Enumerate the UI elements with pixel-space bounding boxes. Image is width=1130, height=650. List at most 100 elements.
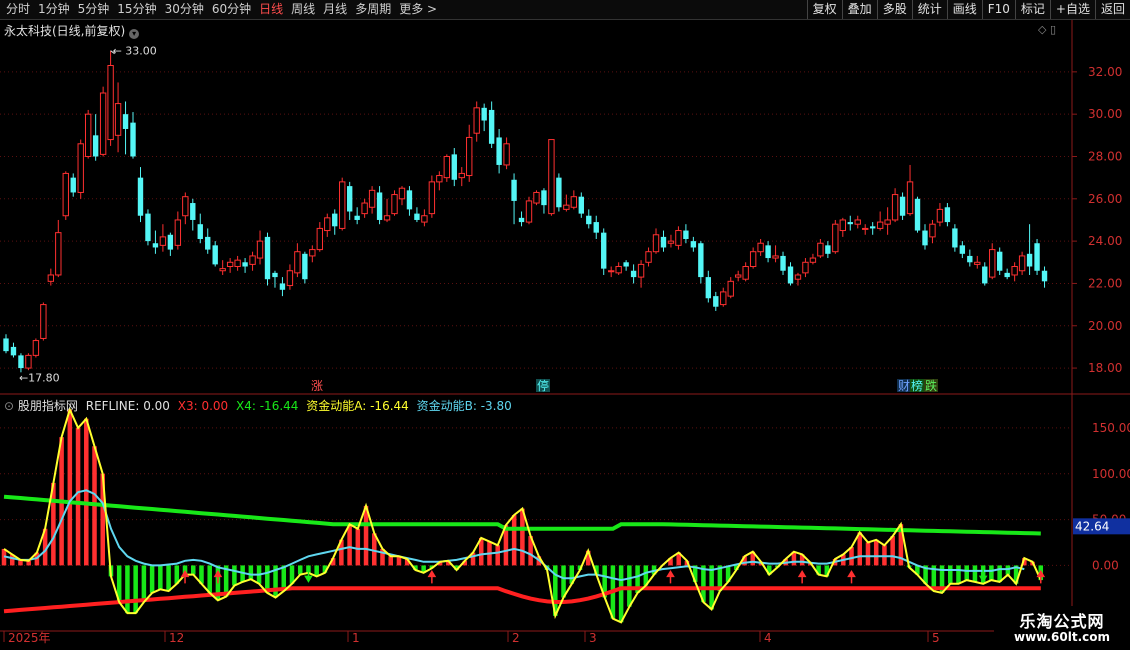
- price-tick-label: 20.00: [1088, 319, 1122, 333]
- candle-body: [974, 261, 981, 265]
- candle-body: [847, 222, 853, 225]
- candle-body: [443, 155, 451, 179]
- collapse-icon[interactable]: ⊙: [4, 399, 14, 413]
- candle-body: [794, 274, 802, 280]
- candle-body: [690, 241, 697, 248]
- buy-arrow: [427, 569, 437, 584]
- candle-body: [354, 215, 360, 220]
- candle-body: [249, 255, 256, 265]
- refline-value: REFLINE: 0.00: [85, 399, 170, 413]
- candle-body: [256, 240, 264, 259]
- candle-body: [159, 236, 167, 246]
- candle-body: [205, 236, 211, 250]
- candle-body: [698, 243, 704, 278]
- marker-zhang: 涨: [311, 378, 323, 393]
- buy-arrow: [847, 569, 856, 584]
- candle-body: [451, 154, 457, 180]
- candle-body: [876, 221, 884, 229]
- candle-body: [607, 270, 615, 273]
- candle-body: [496, 137, 502, 165]
- x4-value: X4: -16.44: [236, 399, 299, 413]
- date-label: 12: [169, 631, 184, 645]
- candle-body: [302, 253, 308, 280]
- candle-body: [742, 266, 749, 280]
- indicator-title: ⊙ 股朋指标网 REFLINE: 0.00 X3: 0.00 X4: -16.4…: [4, 397, 516, 414]
- candle-body: [84, 113, 92, 157]
- candle-body: [899, 196, 906, 216]
- marker-ting: 停: [537, 378, 549, 393]
- candle-body: [234, 259, 241, 268]
- candle-body: [511, 179, 517, 201]
- fund-a-value: 资金动能A: -16.44: [306, 399, 409, 413]
- candle-body: [541, 190, 547, 206]
- candle-body: [279, 283, 286, 290]
- candle-body: [219, 268, 226, 272]
- candle-body: [787, 266, 794, 284]
- candle-body: [713, 296, 719, 307]
- candle-body: [914, 198, 921, 231]
- candle-body: [652, 234, 660, 253]
- candle-body: [720, 291, 727, 306]
- candle-body: [809, 257, 817, 263]
- chart-canvas[interactable]: 32.0030.0028.0026.0024.0022.0020.0018.00…: [0, 0, 1130, 650]
- candle-body: [264, 236, 271, 280]
- candle-body: [25, 354, 32, 369]
- candle-body: [145, 213, 151, 242]
- candle-body: [40, 304, 47, 339]
- ind-tick-label: 150.00: [1092, 421, 1130, 435]
- candle-body: [174, 219, 182, 246]
- low-price-label: ←17.80: [19, 371, 60, 384]
- candle-body: [556, 177, 562, 208]
- candle-body: [675, 230, 682, 246]
- candle-body: [727, 280, 734, 297]
- candle-body: [825, 245, 831, 254]
- candle-body: [967, 255, 973, 263]
- date-label: 5: [932, 631, 940, 645]
- candle-body: [122, 114, 129, 129]
- candle-body: [749, 251, 757, 268]
- candle-body: [70, 177, 76, 193]
- candle-body: [137, 177, 144, 216]
- candle-body: [436, 175, 443, 183]
- candle-body: [272, 272, 278, 278]
- candle-body: [368, 189, 376, 208]
- candle-body: [77, 143, 84, 193]
- current-value-label: 42.64: [1075, 519, 1109, 533]
- candle-body: [167, 234, 174, 250]
- candle-body: [735, 274, 742, 278]
- price-tick-label: 32.00: [1088, 65, 1122, 79]
- candle-body: [152, 243, 159, 248]
- candle-body: [1026, 253, 1033, 267]
- candle-body: [570, 196, 578, 208]
- watermark-title: 乐淘公式网: [1019, 612, 1105, 631]
- candle-body: [683, 230, 689, 240]
- candle-body: [503, 143, 510, 166]
- candle-body: [533, 191, 540, 204]
- date-label: 2025年: [8, 631, 51, 645]
- candle-body: [563, 204, 570, 210]
- candle-body: [92, 135, 99, 157]
- candle-body: [47, 274, 55, 282]
- candle-body: [428, 181, 436, 215]
- candle-body: [316, 227, 323, 251]
- candle-body: [458, 172, 465, 179]
- buy-arrow: [797, 569, 807, 584]
- marker-bang: 榜: [911, 378, 923, 393]
- candle-body: [182, 196, 189, 217]
- candle-body: [884, 219, 891, 225]
- candle-body: [623, 262, 629, 267]
- candle-body: [332, 213, 338, 227]
- candle-body: [242, 262, 248, 267]
- candle-body: [3, 338, 9, 352]
- candle-body: [1011, 266, 1018, 276]
- candle-body: [376, 192, 383, 220]
- candle-body: [959, 245, 966, 254]
- candle-body: [518, 217, 525, 223]
- candle-body: [391, 194, 398, 215]
- candle-body: [398, 187, 406, 200]
- candle-body: [466, 136, 473, 177]
- candle-body: [869, 226, 876, 229]
- candle-body: [1041, 270, 1048, 282]
- candle-body: [982, 266, 988, 284]
- candle-body: [645, 251, 652, 263]
